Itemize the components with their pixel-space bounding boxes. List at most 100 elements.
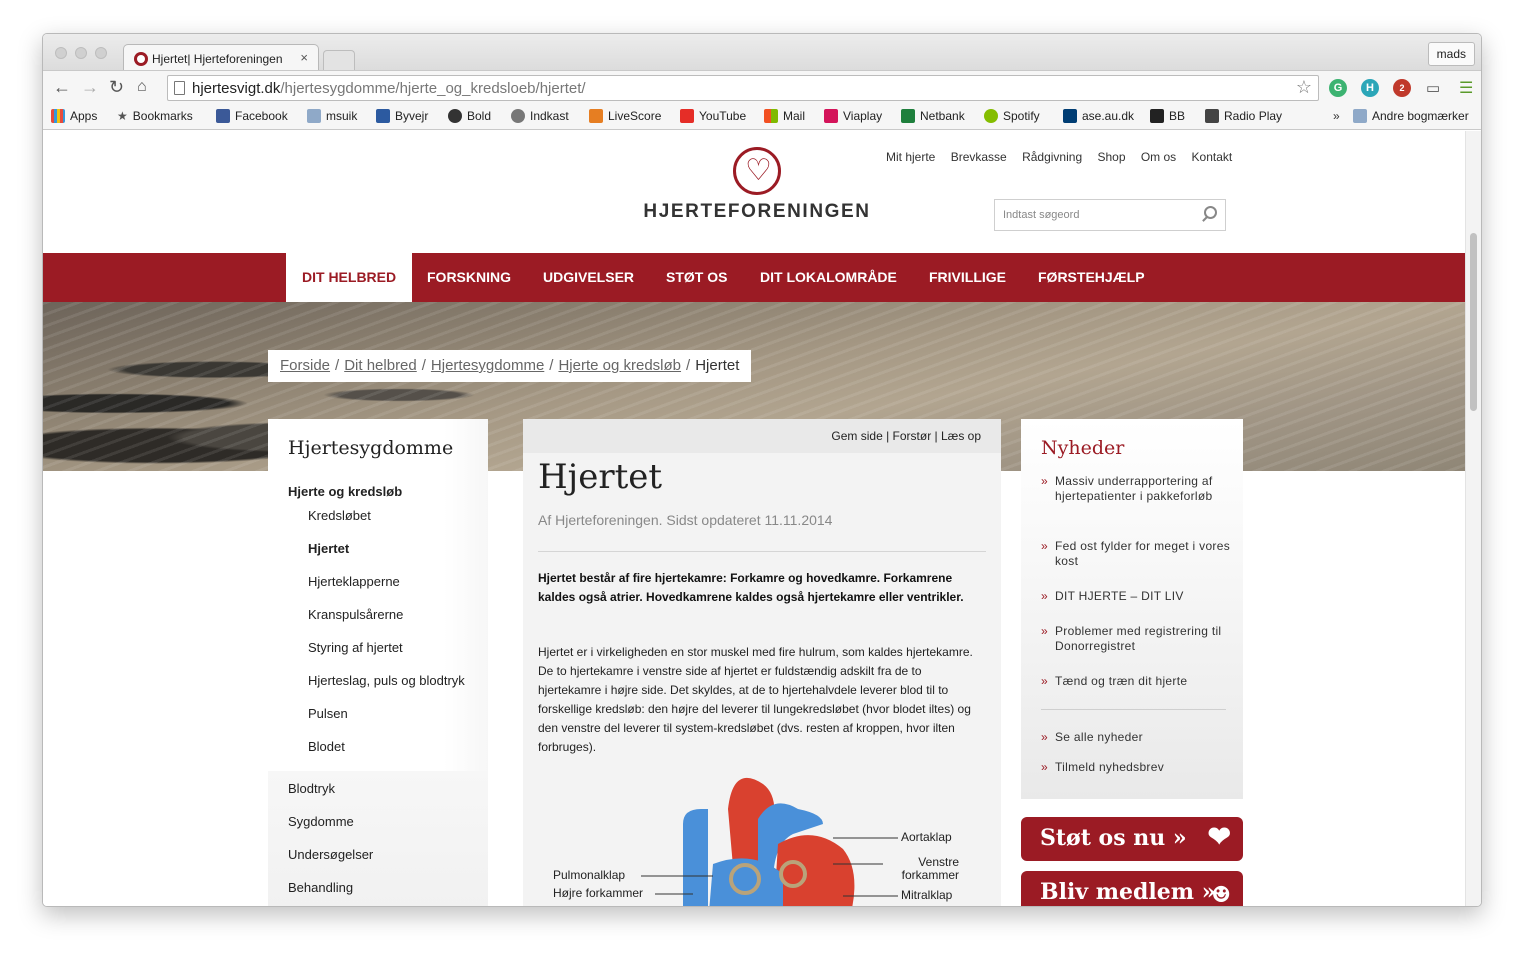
sidebar-item-pulsen[interactable]: Pulsen <box>308 706 348 721</box>
bookmark-viaplay[interactable]: Viaplay <box>824 109 882 123</box>
nav-forskning[interactable]: FORSKNING <box>427 253 511 302</box>
bookmark-bb[interactable]: BB <box>1150 109 1185 123</box>
top-link-shop[interactable]: Shop <box>1097 150 1125 164</box>
bookmark-radio-play[interactable]: Radio Play <box>1205 109 1282 123</box>
scrollbar[interactable] <box>1465 131 1481 906</box>
adblock-extension-icon[interactable]: 2 <box>1393 79 1411 97</box>
bookmark-bookmarks[interactable]: ★ Bookmarks <box>117 109 193 123</box>
profile-button[interactable]: mads <box>1427 42 1475 66</box>
top-link-om-os[interactable]: Om os <box>1141 150 1176 164</box>
forward-arrow-icon[interactable]: → <box>81 77 99 98</box>
heart-icon: ❤ <box>1207 820 1231 853</box>
bookmark-byvejr[interactable]: Byvejr <box>376 109 428 123</box>
label-hoejre-forkammer: Højre forkammer <box>553 886 644 900</box>
facebook-icon <box>216 109 230 123</box>
sidebar-section-hjerte-og-kredsloeb[interactable]: Hjerte og kredsløb <box>288 484 402 499</box>
support-button[interactable]: Støt os nu » ❤ <box>1021 817 1243 861</box>
h-extension-icon[interactable]: H <box>1361 79 1379 97</box>
article-lead: Hjertet består af fire hjertekamre: Fork… <box>538 571 964 604</box>
bookmark-mail[interactable]: Mail <box>764 109 805 123</box>
bookmark-indkast[interactable]: Indkast <box>511 109 569 123</box>
tab-close-icon[interactable]: × <box>300 50 308 65</box>
bookmark-livescore[interactable]: LiveScore <box>589 109 661 123</box>
bookmark-netbank[interactable]: Netbank <box>901 109 965 123</box>
site-search <box>994 199 1226 231</box>
top-link-brevkasse[interactable]: Brevkasse <box>951 150 1007 164</box>
sidebar-item-kranspulsaarerne[interactable]: Kranspulsårerne <box>308 607 403 622</box>
top-link-mit-hjerte[interactable]: Mit hjerte <box>886 150 935 164</box>
minimize-window-button[interactable] <box>75 47 87 59</box>
sidebar-section-behandling[interactable]: Behandling <box>288 880 353 895</box>
bookmark-other[interactable]: Andre bogmærker <box>1353 109 1469 123</box>
sidebar-item-blodet[interactable]: Blodet <box>308 739 345 754</box>
sidebar-item-kredsloebet[interactable]: Kredsløbet <box>308 508 371 523</box>
top-link-kontakt[interactable]: Kontakt <box>1192 150 1233 164</box>
nav-dit-helbred[interactable]: DIT HELBRED <box>286 253 413 302</box>
bookmark-bold[interactable]: Bold <box>448 109 491 123</box>
breadcrumb-current: Hjertet <box>695 357 740 374</box>
see-all-news-link[interactable]: » Se alle nyheder <box>1041 730 1231 745</box>
add-user-icon: ☻ <box>1211 882 1231 907</box>
back-arrow-icon[interactable]: ← <box>53 77 71 98</box>
nav-udgivelser[interactable]: UDGIVELSER <box>543 253 634 302</box>
sidebar-lower: Blodtryk Sygdomme Undersøgelser Behandli… <box>268 771 488 906</box>
address-bar[interactable]: hjertesvigt.dk/hjertesygdomme/hjerte_og_… <box>167 75 1319 101</box>
news-item[interactable]: » Fed ost fylder for meget i vores kost <box>1041 539 1231 569</box>
browser-tab[interactable]: Hjertet| Hjerteforeningen × <box>123 44 319 71</box>
site-logo[interactable]: ♡ HJERTEFORENINGEN <box>637 147 877 223</box>
youtube-icon <box>680 109 694 123</box>
radio-icon <box>1205 109 1219 123</box>
sidebar-section-undersoegelser[interactable]: Undersøgelser <box>288 847 373 862</box>
support-button-label: Støt os nu » <box>1040 825 1187 851</box>
breadcrumb-dit-helbred[interactable]: Dit helbred <box>344 357 417 374</box>
sidebar-item-hjerteslag[interactable]: Hjerteslag, puls og blodtryk <box>308 673 465 688</box>
bookmark-spotify[interactable]: Spotify <box>984 109 1040 123</box>
url-text: hjertesvigt.dk/hjertesygdomme/hjerte_og_… <box>192 80 586 97</box>
bookmark-facebook[interactable]: Facebook <box>216 109 288 123</box>
breadcrumb-hjertesygdomme[interactable]: Hjertesygdomme <box>431 357 544 374</box>
top-link-raadgivning[interactable]: Rådgivning <box>1022 150 1082 164</box>
news-item[interactable]: » Tænd og træn dit hjerte <box>1041 674 1231 689</box>
nav-frivillige[interactable]: FRIVILLIGE <box>929 253 1006 302</box>
reload-icon[interactable]: ↻ <box>109 77 124 98</box>
bookmark-apps[interactable]: Apps <box>51 109 97 123</box>
heart-logo-icon: ♡ <box>733 147 781 195</box>
bookmark-ase[interactable]: ase.au.dk <box>1063 109 1134 123</box>
top-links: Mit hjerte Brevkasse Rådgivning Shop Om … <box>886 150 1244 164</box>
bookmark-youtube[interactable]: YouTube <box>680 109 746 123</box>
bookmark-star-icon[interactable]: ☆ <box>1296 77 1312 98</box>
search-icon[interactable] <box>1204 206 1217 219</box>
breadcrumb-forside[interactable]: Forside <box>280 357 330 374</box>
close-window-button[interactable] <box>55 47 67 59</box>
bookmark-msuik[interactable]: msuik <box>307 109 357 123</box>
sidebar-section-sygdomme[interactable]: Sygdomme <box>288 814 354 829</box>
cast-icon[interactable]: ▭ <box>1426 79 1440 97</box>
favicon-icon <box>134 52 148 66</box>
home-icon[interactable]: ⌂ <box>137 78 147 96</box>
sidebar-item-hjertet[interactable]: Hjertet <box>308 541 349 556</box>
news-item[interactable]: » Massiv underrapportering af hjertepatie… <box>1041 474 1231 504</box>
nav-foerstehjaelp[interactable]: FØRSTEHJÆLP <box>1038 253 1145 302</box>
become-member-button[interactable]: Bliv medlem » ☻ <box>1021 871 1243 907</box>
sidebar-section-blodtryk[interactable]: Blodtryk <box>288 781 335 796</box>
search-input[interactable] <box>995 200 1195 230</box>
bookmarks-overflow-icon[interactable]: » <box>1333 109 1340 123</box>
menu-icon[interactable]: ☰ <box>1459 78 1473 98</box>
news-item[interactable]: » DIT HJERTE – DIT LIV <box>1041 589 1231 604</box>
breadcrumb-hjerte-og-kredsloeb[interactable]: Hjerte og kredsløb <box>558 357 681 374</box>
grammarly-extension-icon[interactable]: G <box>1329 79 1347 97</box>
zoom-window-button[interactable] <box>95 47 107 59</box>
scrollbar-thumb[interactable] <box>1470 233 1477 411</box>
spotify-icon <box>984 109 998 123</box>
star-icon: ★ <box>117 109 128 123</box>
newsletter-signup-link[interactable]: » Tilmeld nyhedsbrev <box>1041 760 1231 775</box>
news-item[interactable]: » Problemer med registrering til Donorreg… <box>1041 624 1231 654</box>
sidebar-item-styring[interactable]: Styring af hjertet <box>308 640 403 655</box>
article-tools[interactable]: Gem side | Forstør | Læs op <box>831 429 981 443</box>
nav-stoet-os[interactable]: STØT OS <box>666 253 727 302</box>
nav-dit-lokalomraade[interactable]: DIT LOKALOMRÅDE <box>760 253 897 302</box>
sidebar-item-hjerteklapperne[interactable]: Hjerteklapperne <box>308 574 400 589</box>
crown-icon <box>376 109 390 123</box>
new-tab-button[interactable] <box>323 50 355 70</box>
apps-grid-icon <box>51 109 65 123</box>
